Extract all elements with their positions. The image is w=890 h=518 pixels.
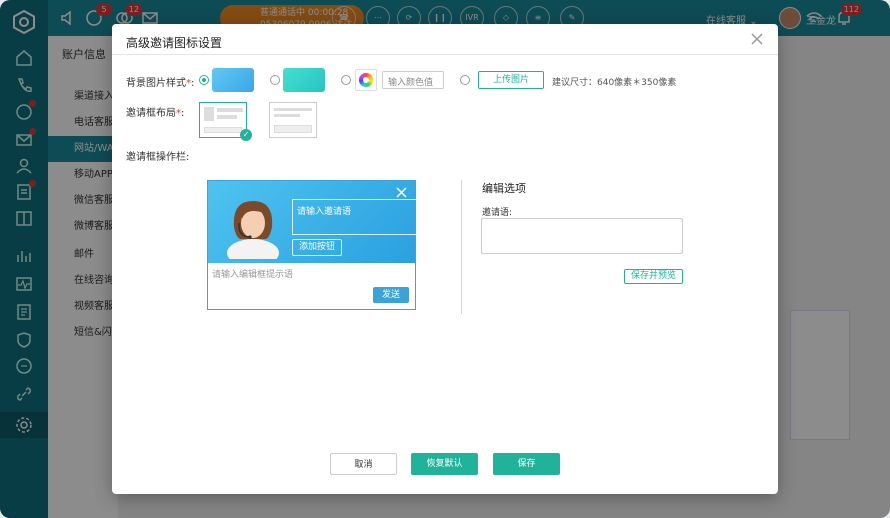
bg-style-radio-4[interactable] <box>460 75 470 85</box>
size-hint: 建议尺寸：640像素＊350像素 <box>552 78 677 88</box>
color-value-input[interactable]: 输入颜色值 <box>382 71 444 89</box>
vertical-divider <box>461 180 462 314</box>
edit-options-title: 编辑选项 <box>482 182 526 195</box>
color-picker-icon[interactable] <box>355 69 377 91</box>
input-hint-text[interactable]: 请输入编辑框提示语 <box>212 267 293 280</box>
layout-label: 邀请框布局*: <box>126 108 185 119</box>
toolbar-label: 邀请框操作栏: <box>126 152 190 163</box>
invite-box-preview: 请输入邀请语 添加按钮 请输入编辑框提示语 发送 <box>207 180 418 310</box>
layout-option-2[interactable] <box>269 102 317 138</box>
save-button[interactable]: 保存 <box>493 453 560 475</box>
save-and-preview-button[interactable]: 保存并预览 <box>624 269 683 284</box>
reset-default-button[interactable]: 恢复默认 <box>411 453 478 475</box>
bg-swatch-blue[interactable] <box>212 68 254 92</box>
bg-style-radio-1[interactable] <box>199 75 209 85</box>
header-divider <box>112 54 778 55</box>
bg-style-radio-3[interactable] <box>341 75 351 85</box>
dialog-title: 高级邀请图标设置 <box>126 36 223 50</box>
cancel-button[interactable]: 取消 <box>330 453 397 475</box>
app-window: 5 12 普通通话中 00:00:28 05306079 0906 达达 ☎ ⋯… <box>0 0 890 518</box>
invite-text-label: 邀请语: <box>482 208 513 218</box>
upload-image-button[interactable]: 上传图片 <box>478 71 544 89</box>
agent-avatar-image <box>227 201 279 259</box>
preview-header: 请输入邀请语 添加按钮 <box>208 181 418 263</box>
preview-close-icon[interactable] <box>396 187 407 198</box>
close-icon[interactable] <box>750 32 764 46</box>
invite-icon-settings-dialog: 高级邀请图标设置 背景图片样式*: 输入颜色值 上传图片 建议尺寸：640像素＊… <box>112 24 778 494</box>
bg-style-radio-2[interactable] <box>270 75 280 85</box>
bg-swatch-teal[interactable] <box>283 68 325 92</box>
add-button[interactable]: 添加按钮 <box>292 239 342 256</box>
send-button[interactable]: 发送 <box>373 287 409 303</box>
invite-text-box[interactable]: 请输入邀请语 <box>292 199 418 235</box>
invite-text-textarea[interactable] <box>481 218 683 254</box>
bg-style-label: 背景图片样式*: <box>126 78 195 89</box>
check-icon: ✓ <box>240 129 252 141</box>
